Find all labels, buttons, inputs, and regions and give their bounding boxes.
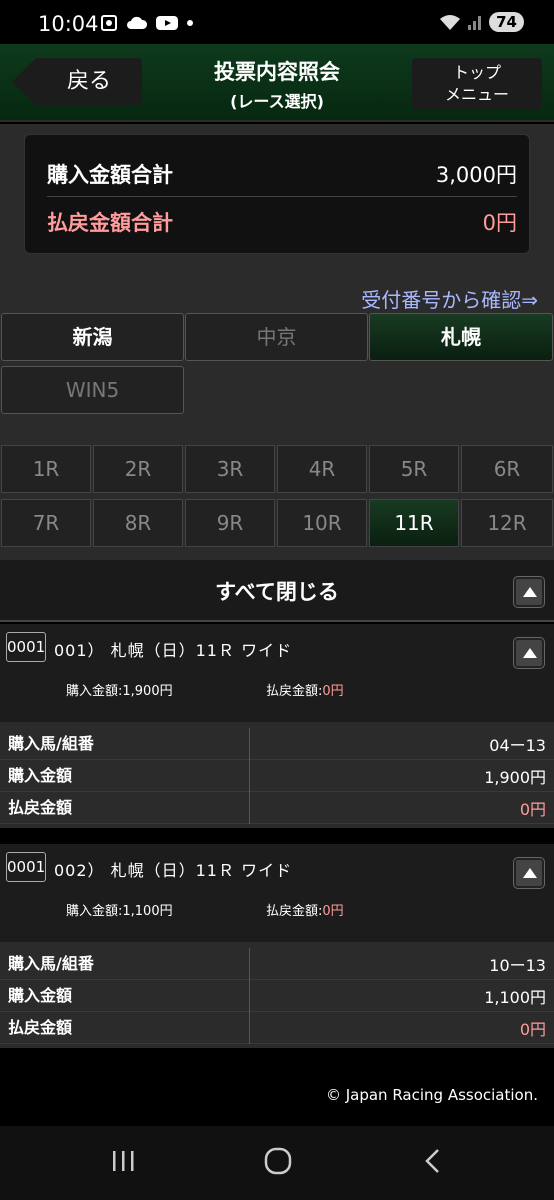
collapse-bet-icon[interactable] — [514, 638, 544, 668]
close-all-button[interactable]: すべて閉じる — [0, 576, 554, 606]
row-label: 払戻金額 — [0, 791, 250, 824]
row-value: 1,100円 — [484, 987, 546, 1007]
refund-total-label: 払戻金額合計 — [47, 211, 173, 235]
row-label: 購入馬/組番 — [0, 947, 250, 980]
race-button-8r[interactable]: 8R — [93, 499, 183, 547]
table-row: 購入金額 1,100円 — [0, 979, 554, 1012]
bet-header: 0001 002） 札幌（日）11Ｒ ワイド 購入金額:1,100円 払戻金額:… — [0, 844, 554, 942]
back-label: 戻る — [36, 58, 142, 106]
ticket-number: 0001 — [6, 852, 46, 882]
bet-refund-sub: 払戻金額:0円 — [266, 904, 344, 919]
race-button-12r[interactable]: 12R — [461, 499, 553, 547]
wifi-icon — [440, 15, 461, 30]
page-title-main: 投票内容照会 — [214, 60, 340, 84]
table-row: 払戻金額 0円 — [0, 1011, 554, 1044]
row-value: 0円 — [519, 799, 546, 819]
page-title-sub: (レース選択) — [230, 92, 324, 111]
bet-header: 0001 001） 札幌（日）11Ｒ ワイド 購入金額:1,900円 払戻金額:… — [0, 624, 554, 722]
race-button-7r[interactable]: 7R — [1, 499, 91, 547]
race-button-4r[interactable]: 4R — [277, 445, 367, 493]
cloud-icon — [127, 16, 148, 29]
top-menu-button[interactable]: トップ メニュー — [412, 58, 542, 110]
race-button-6r[interactable]: 6R — [461, 445, 553, 493]
youtube-icon — [156, 16, 178, 30]
back-button[interactable]: 戻る — [12, 58, 142, 106]
summary-section: 購入金額合計 3,000円 払戻金額合計 0円 — [0, 124, 554, 270]
back-arrow-icon — [12, 58, 36, 106]
venue-tab-niigata[interactable]: 新潟 — [1, 313, 184, 361]
copyright: © Japan Racing Association. — [325, 1086, 538, 1104]
status-bar: 10:04 74 — [0, 0, 554, 44]
row-label: 購入馬/組番 — [0, 727, 250, 760]
table-row: 購入馬/組番 04ー13 — [0, 727, 554, 760]
header: 戻る 投票内容照会 (レース選択) トップ メニュー — [0, 44, 554, 122]
ticket-number: 0001 — [6, 632, 46, 662]
top-menu-line1: トップ — [452, 63, 501, 82]
page-title: 投票内容照会 (レース選択) — [150, 56, 404, 112]
collapse-all-icon[interactable] — [514, 577, 544, 607]
bet-refund-sub: 払戻金額:0円 — [266, 684, 344, 699]
home-icon[interactable] — [263, 1146, 293, 1176]
purchase-total-value: 3,000円 — [435, 162, 517, 187]
purchase-total-label: 購入金額合計 — [47, 162, 173, 187]
dot-icon — [187, 20, 193, 26]
signal-icon — [468, 16, 482, 30]
row-label: 購入金額 — [0, 759, 250, 792]
bet-detail-table: 購入馬/組番 10ー13 購入金額 1,100円 払戻金額 0円 — [0, 942, 554, 1048]
row-label: 払戻金額 — [0, 1011, 250, 1044]
venue-tab-win5[interactable]: WIN5 — [1, 366, 184, 414]
status-time: 10:04 — [38, 12, 99, 36]
bet-title: 001） 札幌（日）11Ｒ ワイド — [54, 641, 293, 660]
footer: © Japan Racing Association. — [0, 1066, 554, 1126]
bet-purchase-sub: 購入金額:1,900円 — [66, 684, 173, 699]
close-all-bar: すべて閉じる — [0, 560, 554, 622]
race-button-9r[interactable]: 9R — [185, 499, 275, 547]
bet-purchase-sub: 購入金額:1,100円 — [66, 904, 173, 919]
race-button-10r[interactable]: 10R — [277, 499, 367, 547]
race-button-11r[interactable]: 11R — [369, 499, 459, 547]
bet-title: 002） 札幌（日）11Ｒ ワイド — [54, 861, 293, 880]
race-button-2r[interactable]: 2R — [93, 445, 183, 493]
table-row: 払戻金額 0円 — [0, 791, 554, 824]
table-row: 購入金額 1,900円 — [0, 759, 554, 792]
race-button-5r[interactable]: 5R — [369, 445, 459, 493]
system-nav-bar — [0, 1126, 554, 1200]
race-button-3r[interactable]: 3R — [185, 445, 275, 493]
row-label: 購入金額 — [0, 979, 250, 1012]
collapse-bet-icon[interactable] — [514, 858, 544, 888]
venue-tab-chukyo[interactable]: 中京 — [185, 313, 368, 361]
table-row: 購入馬/組番 10ー13 — [0, 947, 554, 980]
race-selection-area: 受付番号から確認⇒ 新潟 中京 札幌 WIN5 1R 2R 3R 4R 5R 6… — [0, 270, 554, 560]
back-nav-icon[interactable] — [420, 1146, 446, 1176]
battery-indicator: 74 — [489, 12, 524, 32]
top-menu-line2: メニュー — [444, 85, 509, 104]
refund-total-row: 払戻金額合計 0円 — [47, 199, 517, 245]
row-value: 0円 — [519, 1019, 546, 1039]
race-button-1r[interactable]: 1R — [1, 445, 91, 493]
bet-detail-table: 購入馬/組番 04ー13 購入金額 1,900円 払戻金額 0円 — [0, 722, 554, 828]
venue-tab-sapporo[interactable]: 札幌 — [369, 313, 553, 361]
confirm-by-receipt-link[interactable]: 受付番号から確認⇒ — [361, 284, 538, 313]
screenshot-icon — [101, 15, 117, 31]
row-value: 10ー13 — [489, 955, 546, 975]
purchase-total-row: 購入金額合計 3,000円 — [47, 151, 517, 197]
row-value: 04ー13 — [489, 735, 546, 755]
refund-total-value: 0円 — [482, 211, 517, 235]
recent-apps-icon[interactable] — [110, 1146, 138, 1176]
row-value: 1,900円 — [484, 767, 546, 787]
summary-card: 購入金額合計 3,000円 払戻金額合計 0円 — [24, 134, 530, 254]
